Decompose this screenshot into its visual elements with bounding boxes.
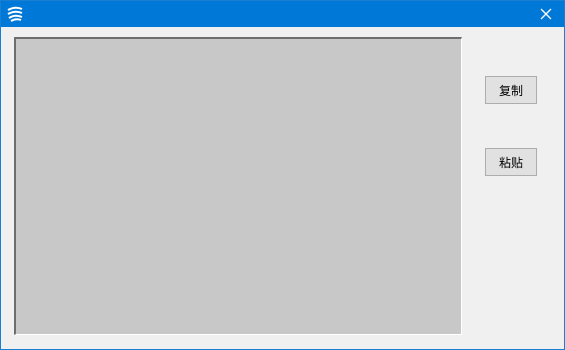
content-display-area[interactable] bbox=[14, 37, 462, 335]
close-icon bbox=[540, 8, 552, 20]
app-window: 复制 粘贴 bbox=[0, 0, 565, 350]
copy-button[interactable]: 复制 bbox=[485, 76, 537, 104]
app-logo-icon bbox=[7, 6, 23, 22]
paste-button[interactable]: 粘贴 bbox=[485, 148, 537, 176]
client-area: 复制 粘贴 bbox=[1, 27, 564, 349]
close-button[interactable] bbox=[528, 1, 564, 27]
title-bar[interactable] bbox=[1, 1, 564, 27]
